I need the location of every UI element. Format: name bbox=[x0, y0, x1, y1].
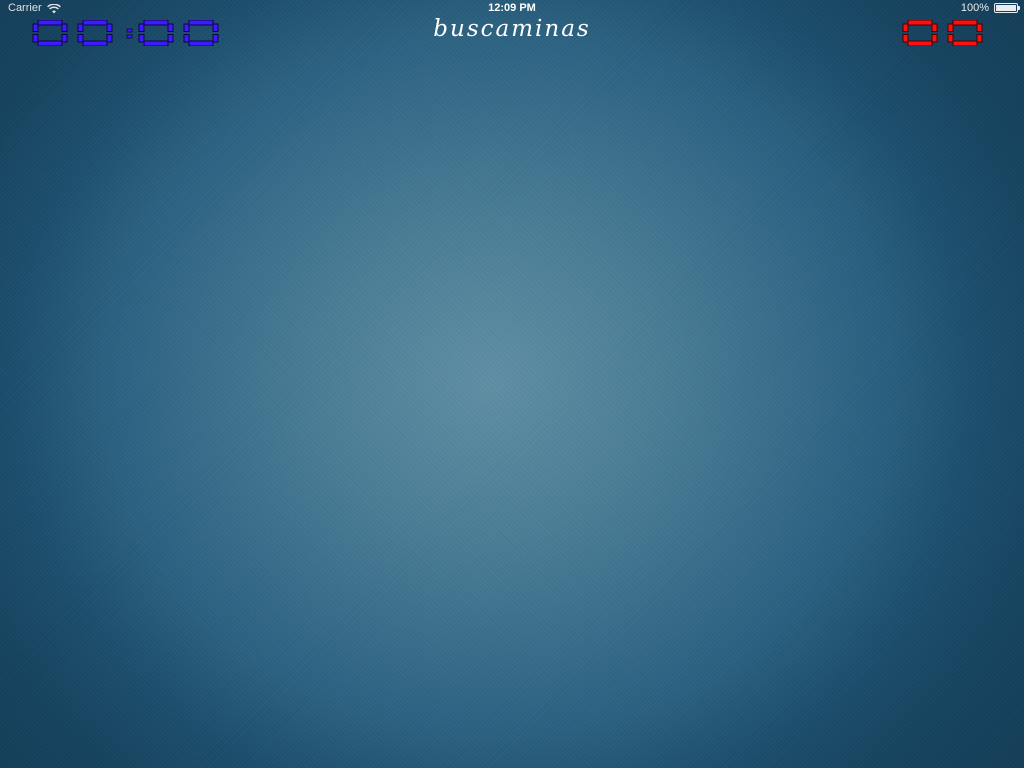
battery-percentage: 100% bbox=[960, 2, 989, 14]
colon-dot bbox=[126, 34, 133, 39]
mine-digit-2 bbox=[947, 19, 983, 51]
segment-c bbox=[931, 34, 938, 43]
timer-digit-1 bbox=[32, 19, 68, 51]
segment-e bbox=[902, 34, 909, 43]
segment-f bbox=[32, 23, 39, 32]
status-time: 12:09 PM bbox=[488, 2, 536, 14]
segment-b bbox=[931, 23, 938, 32]
segment-a bbox=[188, 19, 214, 26]
seven-segment-digit bbox=[138, 19, 174, 47]
segment-d bbox=[907, 40, 933, 47]
segment-f bbox=[947, 23, 954, 32]
segment-c bbox=[106, 34, 113, 43]
segment-b bbox=[106, 23, 113, 32]
seven-segment-digit bbox=[947, 19, 983, 47]
mine-counter bbox=[902, 19, 992, 51]
segment-d bbox=[952, 40, 978, 47]
timer-digit-3 bbox=[138, 19, 174, 51]
background-vignette bbox=[0, 0, 1024, 768]
segment-f bbox=[77, 23, 84, 32]
segment-e bbox=[32, 34, 39, 43]
segment-c bbox=[61, 34, 68, 43]
segment-e bbox=[947, 34, 954, 43]
seven-segment-digit bbox=[32, 19, 68, 47]
seven-segment-digit bbox=[902, 19, 938, 47]
segment-b bbox=[212, 23, 219, 32]
segment-f bbox=[183, 23, 190, 32]
colon-dots bbox=[126, 28, 133, 39]
segment-b bbox=[976, 23, 983, 32]
seven-segment-digit bbox=[77, 19, 113, 47]
colon-dot bbox=[126, 28, 133, 33]
timer-colon bbox=[126, 20, 134, 51]
segment-a bbox=[37, 19, 63, 26]
status-right: 100% bbox=[960, 0, 1020, 16]
seven-segment-digit bbox=[183, 19, 219, 47]
denim-background bbox=[0, 0, 1024, 768]
segment-e bbox=[183, 34, 190, 43]
timer-digit-4 bbox=[183, 19, 219, 51]
segment-d bbox=[188, 40, 214, 47]
timer-digit-2 bbox=[77, 19, 113, 51]
segment-a bbox=[143, 19, 169, 26]
segment-d bbox=[143, 40, 169, 47]
elapsed-timer bbox=[32, 19, 228, 51]
mine-digit-1 bbox=[902, 19, 938, 51]
segment-d bbox=[37, 40, 63, 47]
battery-icon bbox=[994, 3, 1020, 13]
status-bar: Carrier 12:09 PM 100% bbox=[0, 0, 1024, 16]
segment-c bbox=[167, 34, 174, 43]
segment-a bbox=[952, 19, 978, 26]
segment-b bbox=[61, 23, 68, 32]
segment-c bbox=[976, 34, 983, 43]
segment-c bbox=[212, 34, 219, 43]
segment-e bbox=[77, 34, 84, 43]
segment-b bbox=[167, 23, 174, 32]
segment-e bbox=[138, 34, 145, 43]
segment-f bbox=[902, 23, 909, 32]
segment-d bbox=[82, 40, 108, 47]
segment-a bbox=[82, 19, 108, 26]
segment-f bbox=[138, 23, 145, 32]
segment-a bbox=[907, 19, 933, 26]
